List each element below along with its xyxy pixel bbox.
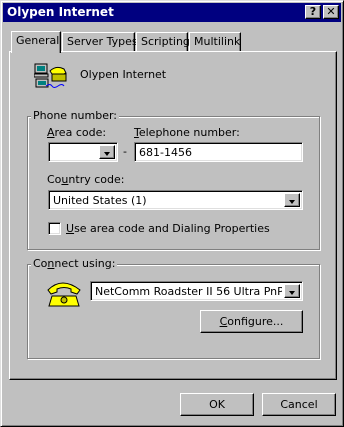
country-code-dropdown-button[interactable] — [284, 193, 300, 207]
chevron-down-icon — [289, 291, 295, 295]
connection-name: Olypen Internet — [80, 68, 167, 81]
telephone-number-label: Telephone number: — [134, 126, 240, 139]
area-code-dropdown-button[interactable] — [99, 145, 115, 159]
cancel-button[interactable]: Cancel — [262, 393, 336, 416]
tab-scripting[interactable]: Scripting — [136, 32, 190, 52]
area-code-label: Area code: — [47, 126, 107, 139]
area-code-combobox[interactable] — [48, 142, 118, 162]
area-code-dash: - — [123, 145, 127, 158]
tab-multilink[interactable]: Multilink — [189, 32, 241, 52]
tab-server-types[interactable]: Server Types — [62, 32, 138, 52]
country-code-select[interactable]: United States (1) — [48, 190, 303, 210]
title-bar[interactable]: Olypen Internet ? ✕ — [3, 3, 341, 22]
use-area-code-checkbox[interactable] — [48, 222, 61, 235]
use-area-code-label[interactable]: Use area code and Dialing Properties — [66, 222, 270, 235]
ok-button[interactable]: OK — [180, 393, 254, 416]
phone-number-group-label: Phone number: — [31, 109, 120, 122]
chevron-down-icon — [104, 152, 110, 156]
help-button[interactable]: ? — [305, 5, 321, 19]
close-button[interactable]: ✕ — [323, 5, 339, 19]
tab-general[interactable]: General — [11, 31, 61, 53]
modem-phone-icon — [47, 282, 81, 307]
modem-dropdown-button[interactable] — [284, 284, 300, 298]
configure-button[interactable]: Configure... — [200, 310, 303, 333]
chevron-down-icon — [289, 200, 295, 204]
country-code-value: United States (1) — [53, 194, 147, 207]
window-title: Olypen Internet — [7, 5, 114, 19]
connect-using-group-label: Connect using: — [31, 257, 118, 270]
telephone-number-input[interactable]: 681-1456 — [134, 142, 303, 162]
dialog-window: Olypen Internet ? ✕ General Server Types… — [0, 0, 344, 427]
modem-value: NetComm Roadster II 56 Ultra PnP ( AMD — [95, 285, 282, 298]
dialup-connection-icon — [34, 63, 67, 88]
country-code-label: Country code: — [47, 173, 125, 186]
telephone-number-value: 681-1456 — [139, 146, 192, 159]
modem-select[interactable]: NetComm Roadster II 56 Ultra PnP ( AMD — [90, 281, 303, 301]
tab-panel: Olypen Internet Phone number: Area code:… — [9, 51, 337, 380]
